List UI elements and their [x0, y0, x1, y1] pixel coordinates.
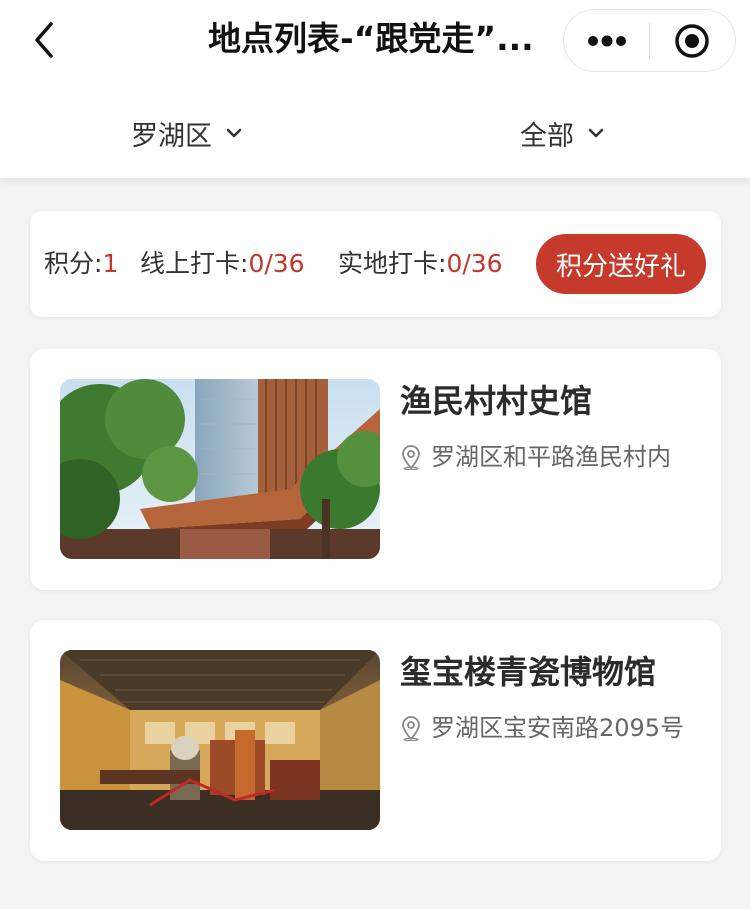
points-label: 积分:	[44, 249, 103, 278]
place-address-text: 罗湖区宝安南路2095号	[431, 714, 685, 742]
district-filter-label: 罗湖区	[131, 120, 212, 152]
points-stat: 积分:1	[44, 247, 118, 281]
place-name: 渔民村村史馆	[400, 382, 593, 420]
points-gift-button[interactable]: 积分送好礼	[536, 234, 706, 294]
place-photo	[60, 379, 380, 559]
onsite-checkin-stat: 实地打卡:0/36	[338, 247, 503, 281]
place-address-text: 罗湖区和平路渔民村内	[431, 443, 671, 471]
place-card[interactable]: 玺宝楼青瓷博物馆 罗湖区宝安南路2095号	[30, 620, 721, 861]
district-filter[interactable]: 罗湖区	[131, 108, 242, 158]
online-checkin-value: 0/36	[248, 249, 305, 278]
place-address: 罗湖区和平路渔民村内	[400, 441, 671, 473]
close-button[interactable]	[650, 9, 735, 72]
chevron-down-icon	[588, 128, 604, 138]
online-checkin-stat: 线上打卡:0/36	[140, 247, 305, 281]
place-name: 玺宝楼青瓷博物馆	[400, 653, 657, 691]
onsite-checkin-value: 0/36	[446, 249, 503, 278]
online-checkin-label: 线上打卡:	[140, 249, 249, 278]
back-button[interactable]	[22, 18, 66, 62]
more-button[interactable]	[564, 9, 649, 72]
location-pin-icon	[400, 715, 422, 741]
place-address: 罗湖区宝安南路2095号	[400, 712, 684, 744]
onsite-checkin-label: 实地打卡:	[338, 249, 447, 278]
place-photo	[60, 650, 380, 830]
chevron-down-icon	[226, 128, 242, 138]
location-pin-icon	[400, 444, 422, 470]
place-card[interactable]: 渔民村村史馆 罗湖区和平路渔民村内	[30, 349, 721, 590]
page-title: 地点列表-“跟党走”...	[208, 19, 534, 58]
top-bar: 地点列表-“跟党走”... 罗湖区 全部	[0, 0, 750, 178]
points-value: 1	[102, 249, 119, 278]
category-filter-label: 全部	[520, 120, 574, 152]
chevron-left-icon	[35, 22, 53, 58]
category-filter[interactable]: 全部	[520, 108, 604, 158]
target-close-icon	[675, 23, 710, 58]
more-dots-icon	[587, 35, 626, 46]
mini-program-capsule	[563, 9, 736, 72]
stats-card: 积分:1 线上打卡:0/36 实地打卡:0/36 积分送好礼	[30, 211, 721, 317]
